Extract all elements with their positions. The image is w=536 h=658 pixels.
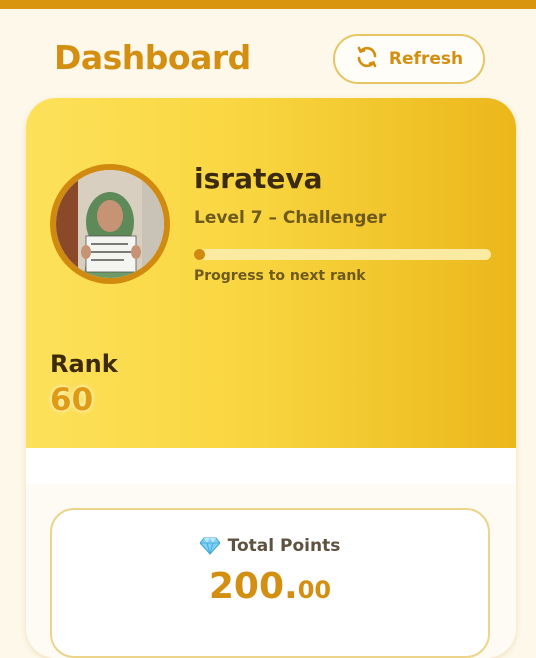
- top-accent-strip: [0, 0, 536, 9]
- rank-value: 60: [50, 382, 94, 418]
- avatar: [50, 164, 170, 284]
- card-divider-band: [26, 448, 516, 484]
- gem-icon: [199, 537, 220, 555]
- username: israteva: [194, 162, 323, 195]
- profile-hero: israteva Level 7 – Challenger Progress t…: [26, 98, 516, 448]
- points-integer: 200.: [208, 566, 298, 607]
- total-points-label: Total Points: [227, 536, 341, 556]
- rank-progress-fill: [194, 249, 205, 260]
- refresh-button[interactable]: Refresh: [333, 34, 485, 84]
- progress-label: Progress to next rank: [194, 268, 366, 284]
- points-decimal: 00: [297, 576, 332, 604]
- rank-label: Rank: [50, 350, 118, 378]
- total-points-card: Total Points 200.00: [50, 508, 490, 658]
- total-points-title: Total Points: [52, 536, 488, 556]
- level-label: Level 7 – Challenger: [194, 208, 387, 228]
- refresh-label: Refresh: [388, 49, 464, 69]
- page-title: Dashboard: [54, 38, 251, 77]
- refresh-icon: [355, 45, 379, 74]
- rank-progress-bar: [194, 249, 491, 260]
- total-points-value: 200.00: [52, 566, 488, 607]
